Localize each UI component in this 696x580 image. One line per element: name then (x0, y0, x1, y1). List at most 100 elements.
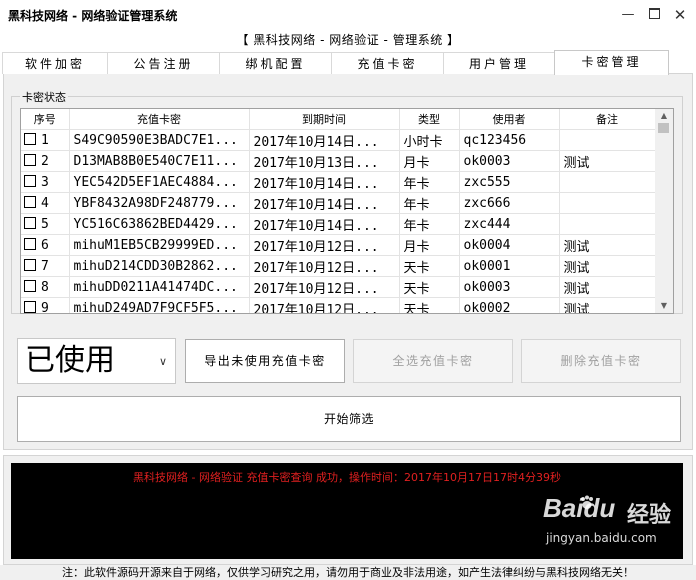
log-message: 黑科技网络 - 网络验证 充值卡密查询 成功，操作时间：2017年10月17日1… (133, 471, 561, 484)
row-user: qc123456 (459, 129, 560, 151)
row-expire-time: 2017年10月14日... (249, 213, 400, 235)
row-note: 测试 (559, 150, 656, 172)
row-user: zxc555 (459, 171, 560, 193)
row-card-key: mihuDD0211A41474DC... (69, 276, 250, 298)
close-icon: ✕ (673, 6, 687, 24)
disclaimer-footer: 注：此软件源码开源来自于网络，仅供学习研究之用，请勿用于商业及非法用途，如产生法… (0, 565, 696, 580)
scroll-down-icon[interactable]: ▼ (655, 299, 673, 313)
row-card-key: D13MAB8B0E540C7E11... (69, 150, 250, 172)
table-row[interactable]: 3 YEC542D5EF1AEC4884... 2017年10月14日... 年卡 zx… (21, 171, 656, 193)
row-index-cell: 3 (21, 171, 70, 193)
row-user: ok0004 (459, 234, 560, 256)
col-header-card[interactable]: 充值卡密 (69, 109, 250, 130)
row-card-type: 天卡 (399, 276, 460, 298)
watermark-brand-cn: 经验 (627, 503, 672, 528)
table-row[interactable]: 8 mihuDD0211A41474DC... 2017年10月12日... 天卡 ok… (21, 276, 656, 298)
baidu-jingyan-watermark: Baidu 经验 jingyan.baidu.com (543, 493, 693, 563)
row-checkbox[interactable] (24, 174, 36, 187)
table-row[interactable]: 2 D13MAB8B0E540C7E11... 2017年10月13日... 月卡 ok… (21, 150, 656, 172)
close-button[interactable]: ✕ (666, 4, 694, 26)
card-table: 序号 充值卡密 到期时间 类型 使用者 备注 1 S49C90590E3BADC7… (21, 109, 656, 313)
row-card-key: mihuD214CDD30B2862... (69, 255, 250, 277)
tab-binding-config[interactable]: 绑机配置 (219, 52, 332, 74)
row-note (559, 171, 656, 193)
tab-user-management[interactable]: 用户管理 (443, 52, 555, 74)
row-card-type: 年卡 (399, 171, 460, 193)
row-index: 5 (41, 216, 49, 232)
row-note (559, 192, 656, 214)
col-header-user[interactable]: 使用者 (459, 109, 560, 130)
table-row[interactable]: 1 S49C90590E3BADC7E1... 2017年10月14日... 小时卡 q… (21, 129, 656, 151)
row-expire-time: 2017年10月12日... (249, 276, 400, 298)
card-list[interactable]: 序号 充值卡密 到期时间 类型 使用者 备注 1 S49C90590E3BADC7… (20, 108, 674, 314)
row-user: ok0002 (459, 297, 560, 313)
tab-announcement-register[interactable]: 公告注册 (107, 52, 220, 74)
row-expire-time: 2017年10月12日... (249, 297, 400, 313)
start-filter-button[interactable]: 开始筛选 (17, 396, 681, 442)
row-checkbox[interactable] (24, 258, 36, 271)
minimize-button[interactable]: — (614, 4, 642, 26)
table-header-row: 序号 充值卡密 到期时间 类型 使用者 备注 (21, 109, 656, 130)
select-all-button[interactable]: 全选充值卡密 (353, 339, 513, 383)
row-card-type: 年卡 (399, 213, 460, 235)
row-card-type: 小时卡 (399, 129, 460, 151)
row-note: 测试 (559, 297, 656, 313)
col-header-index[interactable]: 序号 (21, 109, 70, 130)
table-row[interactable]: 4 YBF8432A98DF248779... 2017年10月14日... 年卡 zx… (21, 192, 656, 214)
row-expire-time: 2017年10月14日... (249, 171, 400, 193)
col-header-type[interactable]: 类型 (399, 109, 460, 130)
row-expire-time: 2017年10月13日... (249, 150, 400, 172)
row-index: 8 (41, 279, 49, 295)
window-title: 黑科技网络 - 网络验证管理系统 (8, 9, 178, 23)
table-row[interactable]: 6 mihuM1EB5CB29999ED... 2017年10月12日... 月卡 ok… (21, 234, 656, 256)
row-index: 3 (41, 174, 49, 190)
row-index-cell: 8 (21, 276, 70, 298)
tab-software-encryption[interactable]: 软件加密 (2, 52, 108, 74)
row-card-type: 天卡 (399, 255, 460, 277)
row-checkbox[interactable] (24, 237, 36, 250)
table-row[interactable]: 7 mihuD214CDD30B2862... 2017年10月12日... 天卡 ok… (21, 255, 656, 277)
tab-recharge-card[interactable]: 充值卡密 (331, 52, 444, 74)
row-user: zxc666 (459, 192, 560, 214)
status-select[interactable]: 已使用 ∨ (17, 338, 176, 384)
row-note: 测试 (559, 255, 656, 277)
row-index: 6 (41, 237, 49, 253)
export-unused-button[interactable]: 导出未使用充值卡密 (185, 339, 345, 383)
table-row[interactable]: 5 YC516C63862BED4429... 2017年10月14日... 年卡 zx… (21, 213, 656, 235)
tab-bar: 软件加密 公告注册 绑机配置 充值卡密 用户管理 卡密管理 (0, 50, 696, 75)
row-expire-time: 2017年10月12日... (249, 255, 400, 277)
row-note: 测试 (559, 276, 656, 298)
row-index-cell: 7 (21, 255, 70, 277)
scroll-up-icon[interactable]: ▲ (655, 109, 673, 123)
scroll-thumb[interactable] (658, 123, 669, 133)
delete-card-button[interactable]: 删除充值卡密 (521, 339, 681, 383)
row-checkbox[interactable] (24, 153, 36, 166)
row-index: 7 (41, 258, 49, 274)
row-note (559, 213, 656, 235)
col-header-note[interactable]: 备注 (559, 109, 656, 130)
minimize-icon: — (621, 7, 635, 22)
row-checkbox[interactable] (24, 279, 36, 292)
row-index-cell: 5 (21, 213, 70, 235)
row-card-key: S49C90590E3BADC7E1... (69, 129, 250, 151)
chevron-down-icon: ∨ (158, 355, 167, 368)
paw-icon (579, 495, 595, 511)
row-index-cell: 4 (21, 192, 70, 214)
tab-card-management[interactable]: 卡密管理 (554, 50, 669, 75)
maximize-button[interactable] (640, 4, 668, 26)
row-card-key: YEC542D5EF1AEC4884... (69, 171, 250, 193)
row-expire-time: 2017年10月14日... (249, 192, 400, 214)
row-card-key: mihuM1EB5CB29999ED... (69, 234, 250, 256)
row-note: 测试 (559, 234, 656, 256)
table-row[interactable]: 9 mihuD249AD7F9CF5F5... 2017年10月12日... 天卡 ok… (21, 297, 656, 313)
row-checkbox[interactable] (24, 195, 36, 208)
row-index: 4 (41, 195, 49, 211)
row-index: 2 (41, 153, 49, 169)
row-checkbox[interactable] (24, 300, 36, 313)
row-index-cell: 6 (21, 234, 70, 256)
col-header-expire[interactable]: 到期时间 (249, 109, 400, 130)
row-index-cell: 9 (21, 297, 70, 313)
row-checkbox[interactable] (24, 216, 36, 229)
list-scrollbar[interactable]: ▲ ▼ (655, 109, 673, 313)
row-checkbox[interactable] (24, 132, 36, 145)
